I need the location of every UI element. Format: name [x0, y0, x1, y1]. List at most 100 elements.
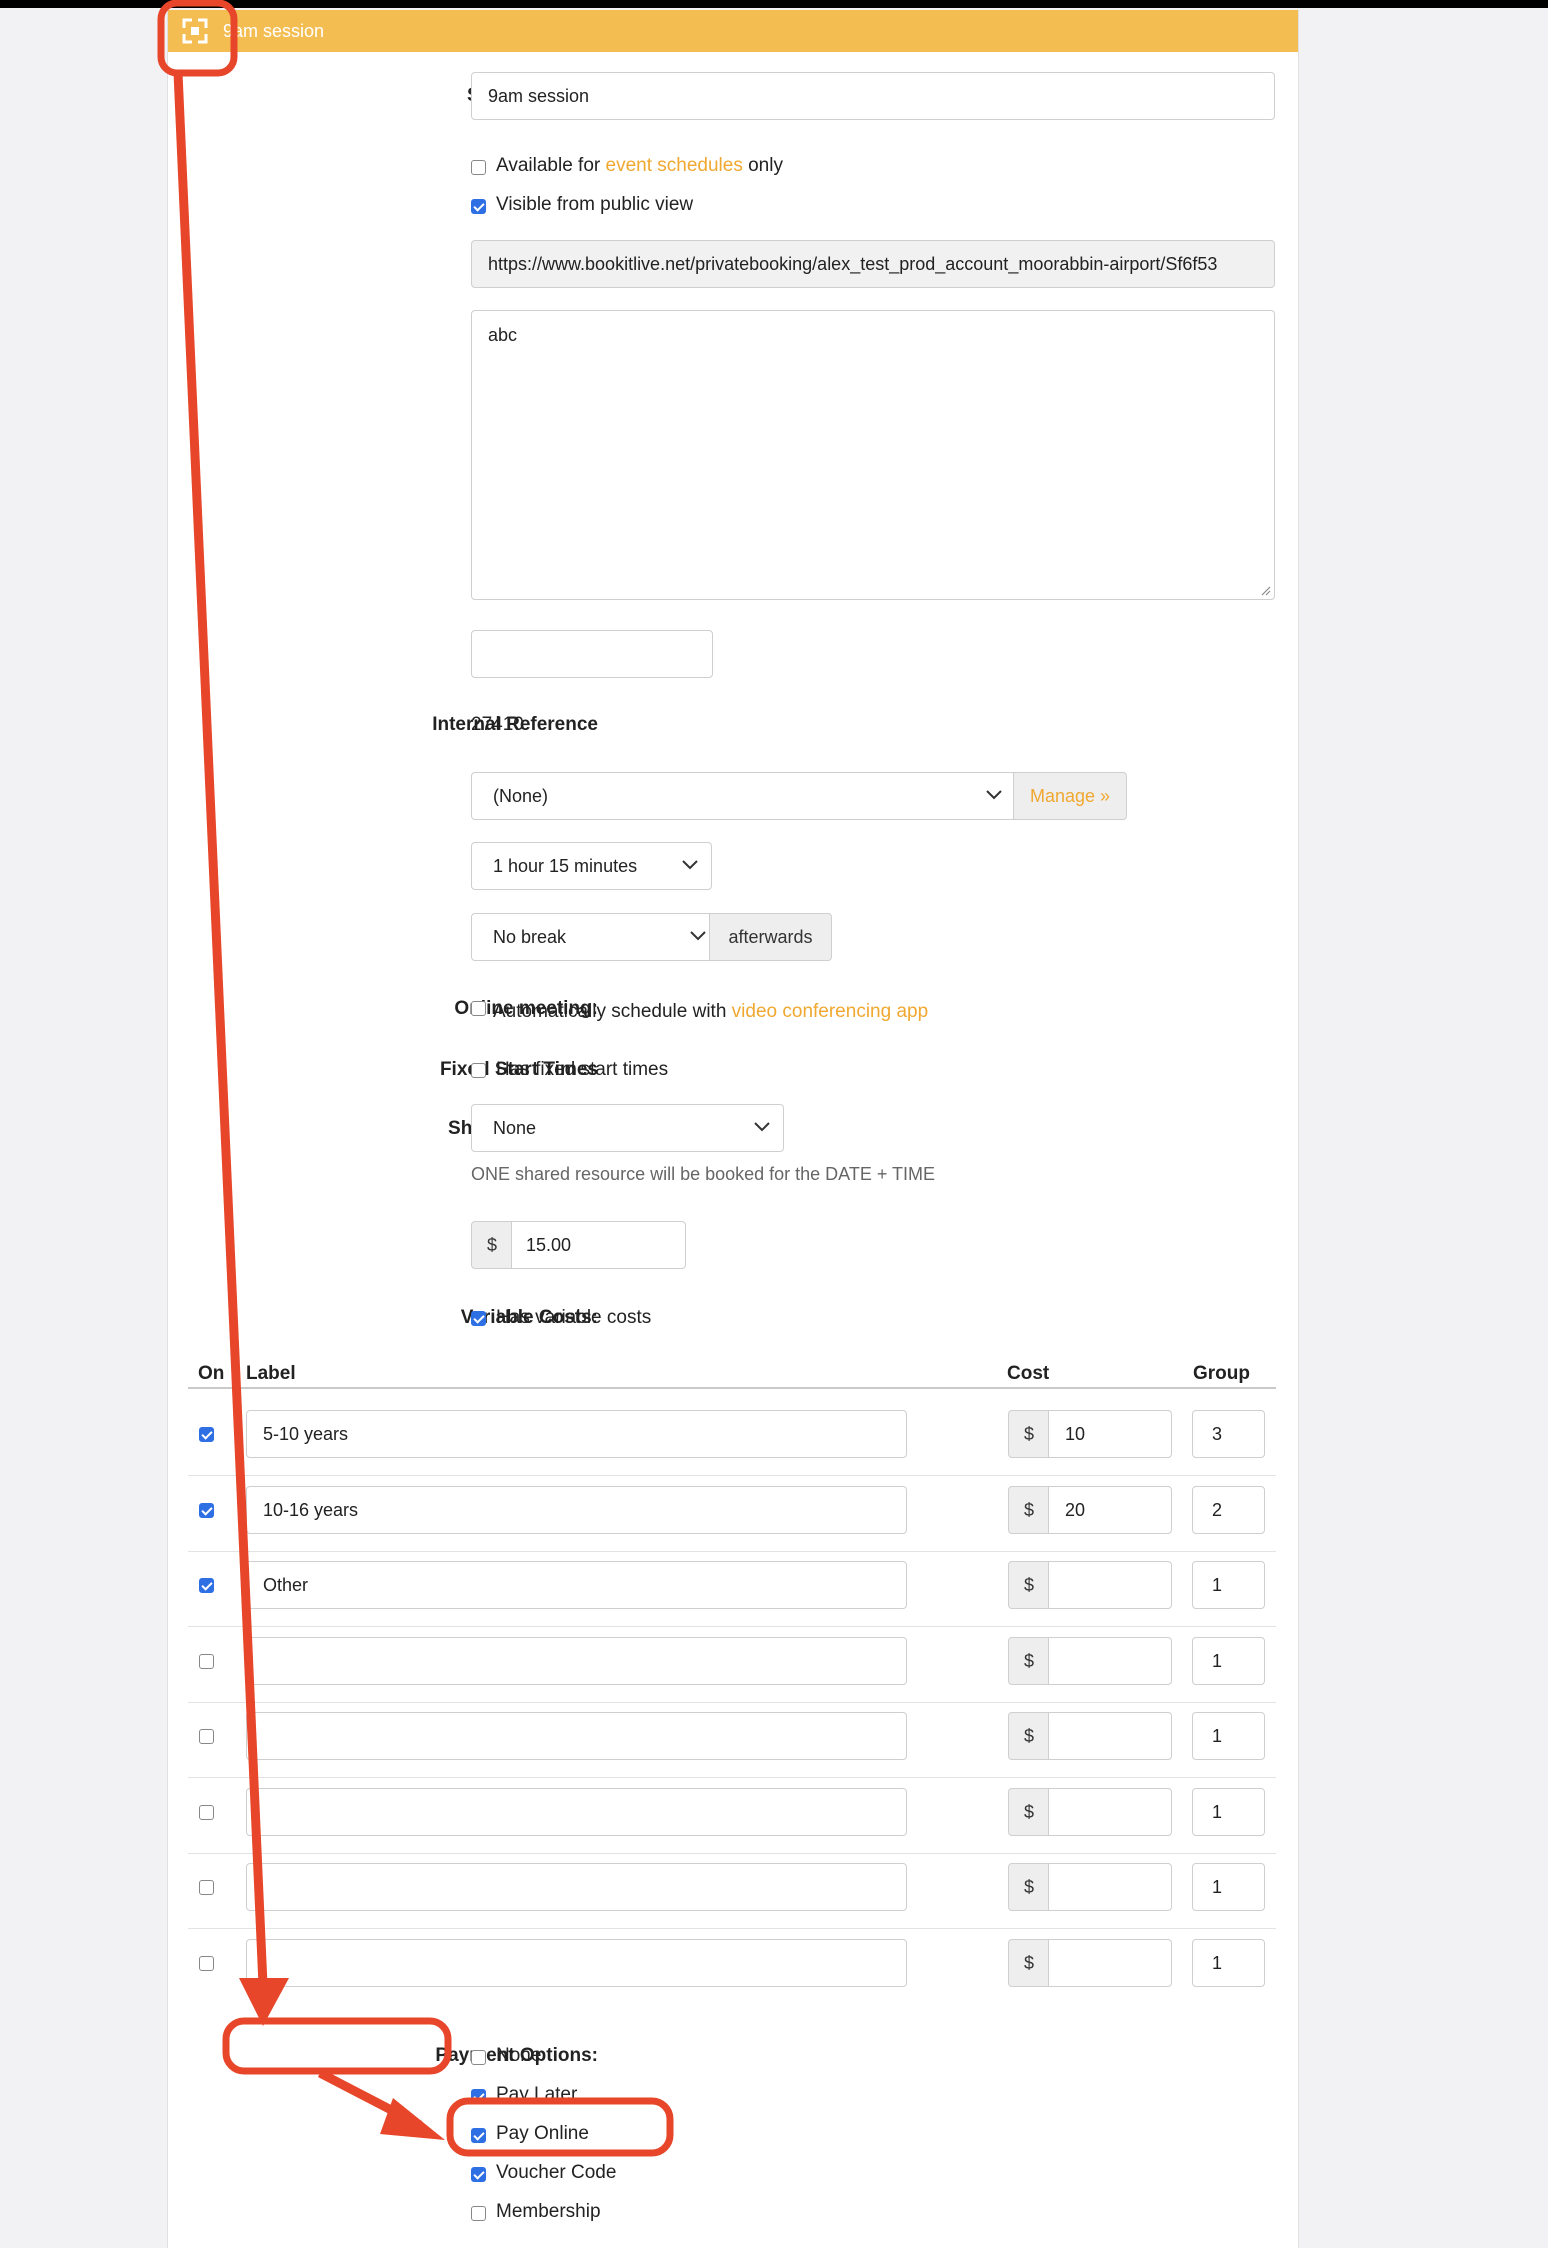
row-group-input[interactable]: 1 [1192, 1561, 1265, 1609]
service-name-input[interactable]: 9am session [471, 72, 1275, 120]
row-cost-input[interactable] [1048, 1637, 1172, 1685]
table-header-divider [188, 1387, 1276, 1389]
event-schedules-link[interactable]: event schedules [606, 155, 743, 176]
row-on-checkbox[interactable] [199, 1880, 214, 1895]
column-header-cost: Cost [1007, 1363, 1050, 1384]
chevron-down-icon [682, 860, 698, 870]
row-cost-input[interactable] [1048, 1712, 1172, 1760]
internal-reference-value: 27410 [471, 714, 524, 735]
payment-option-label: Membership [496, 2201, 601, 2222]
description-textarea[interactable]: abc [471, 310, 1275, 600]
category-select[interactable]: (None) [471, 772, 1016, 820]
url-input[interactable]: https://www.bookitlive.net/privatebookin… [471, 240, 1275, 288]
row-label-input[interactable]: 10-16 years [246, 1486, 907, 1534]
cost-currency-addon: $ [471, 1221, 513, 1269]
column-header-group: Group [1193, 1363, 1250, 1384]
service-edit-card: 9am session Service Name: 9am session Av… [167, 10, 1299, 2248]
row-currency-addon: $ [1008, 1939, 1050, 1987]
reference-input[interactable] [471, 630, 713, 678]
description-text: abc [488, 325, 518, 345]
row-group-input[interactable]: 1 [1192, 1712, 1265, 1760]
row-on-checkbox[interactable] [199, 1654, 214, 1669]
shared-resource-select[interactable]: None [471, 1104, 784, 1152]
row-cost-input[interactable] [1048, 1863, 1172, 1911]
video-conferencing-link[interactable]: video conferencing app [732, 1001, 928, 1022]
break-time-select[interactable]: No break [471, 913, 712, 961]
row-currency-addon: $ [1008, 1410, 1050, 1458]
expand-icon[interactable] [180, 16, 210, 46]
duration-select[interactable]: 1 hour 15 minutes [471, 842, 712, 890]
row-on-checkbox[interactable] [199, 1729, 214, 1744]
break-time-value: No break [493, 927, 567, 947]
row-label-input[interactable] [246, 1788, 907, 1836]
row-divider [188, 1777, 1276, 1778]
column-header-on: On [198, 1363, 225, 1384]
row-cost-input[interactable] [1048, 1561, 1172, 1609]
cost-input[interactable]: 15.00 [511, 1221, 686, 1269]
row-on-checkbox[interactable] [199, 1578, 214, 1593]
fixed-start-checkbox[interactable] [471, 1063, 486, 1078]
row-on-checkbox[interactable] [199, 1503, 214, 1518]
payment-option-label: Pay Later [496, 2084, 578, 2105]
fixed-start-text: Has fixed start times [496, 1059, 669, 1080]
chevron-down-icon [754, 1122, 770, 1132]
row-currency-addon: $ [1008, 1712, 1050, 1760]
row-currency-addon: $ [1008, 1788, 1050, 1836]
duration-value: 1 hour 15 minutes [493, 856, 638, 876]
chevron-down-icon [986, 790, 1002, 800]
row-group-input[interactable]: 3 [1192, 1410, 1265, 1458]
row-divider [188, 1551, 1276, 1552]
row-divider [188, 1626, 1276, 1627]
row-group-input[interactable]: 2 [1192, 1486, 1265, 1534]
payment-option-label: Pay Online [496, 2123, 589, 2144]
payment-option-checkbox[interactable] [471, 2089, 486, 2104]
payment-option-label: None [496, 2045, 542, 2066]
row-label-input[interactable]: 5-10 years [246, 1410, 907, 1458]
available-event-checkbox[interactable] [471, 160, 486, 175]
variable-costs-checkbox[interactable] [471, 1311, 486, 1326]
row-divider [188, 1853, 1276, 1854]
row-divider [188, 1475, 1276, 1476]
row-group-input[interactable]: 1 [1192, 1788, 1265, 1836]
internal-reference-label: Internal Reference [432, 714, 598, 735]
available-event-text: Available for event schedules only [496, 155, 783, 176]
online-meeting-checkbox[interactable] [471, 1001, 486, 1016]
card-header: 9am session [168, 10, 1298, 52]
row-on-checkbox[interactable] [199, 1427, 214, 1442]
payment-option-checkbox[interactable] [471, 2167, 486, 2182]
row-label-input[interactable] [246, 1712, 907, 1760]
row-cost-input[interactable]: 10 [1048, 1410, 1172, 1458]
afterwards-addon: afterwards [709, 913, 832, 961]
column-header-label: Label [246, 1363, 296, 1384]
payment-option-label: Voucher Code [496, 2162, 617, 2183]
row-on-checkbox[interactable] [199, 1956, 214, 1971]
row-label-input[interactable] [246, 1637, 907, 1685]
row-group-input[interactable]: 1 [1192, 1637, 1265, 1685]
row-divider [188, 1928, 1276, 1929]
row-label-input[interactable]: Other [246, 1561, 907, 1609]
chevron-down-icon [690, 931, 706, 941]
online-meeting-text: Automatically schedule with video confer… [493, 1001, 929, 1022]
manage-category-button[interactable]: Manage » [1013, 772, 1127, 820]
row-divider [188, 1702, 1276, 1703]
resize-handle-icon[interactable] [1259, 584, 1271, 596]
row-cost-input[interactable]: 20 [1048, 1486, 1172, 1534]
shared-resource-help: ONE shared resource will be booked for t… [471, 1164, 936, 1184]
row-cost-input[interactable] [1048, 1788, 1172, 1836]
row-group-input[interactable]: 1 [1192, 1863, 1265, 1911]
row-currency-addon: $ [1008, 1561, 1050, 1609]
payment-option-checkbox[interactable] [471, 2050, 486, 2065]
row-label-input[interactable] [246, 1863, 907, 1911]
top-bar [0, 0, 1548, 8]
row-label-input[interactable] [246, 1939, 907, 1987]
row-on-checkbox[interactable] [199, 1805, 214, 1820]
row-cost-input[interactable] [1048, 1939, 1172, 1987]
row-currency-addon: $ [1008, 1863, 1050, 1911]
row-group-input[interactable]: 1 [1192, 1939, 1265, 1987]
row-currency-addon: $ [1008, 1486, 1050, 1534]
payment-option-checkbox[interactable] [471, 2128, 486, 2143]
payment-option-checkbox[interactable] [471, 2206, 486, 2221]
visible-public-checkbox[interactable] [471, 199, 486, 214]
visible-public-label: Visible from public view [496, 194, 694, 215]
category-value: (None) [493, 786, 549, 806]
